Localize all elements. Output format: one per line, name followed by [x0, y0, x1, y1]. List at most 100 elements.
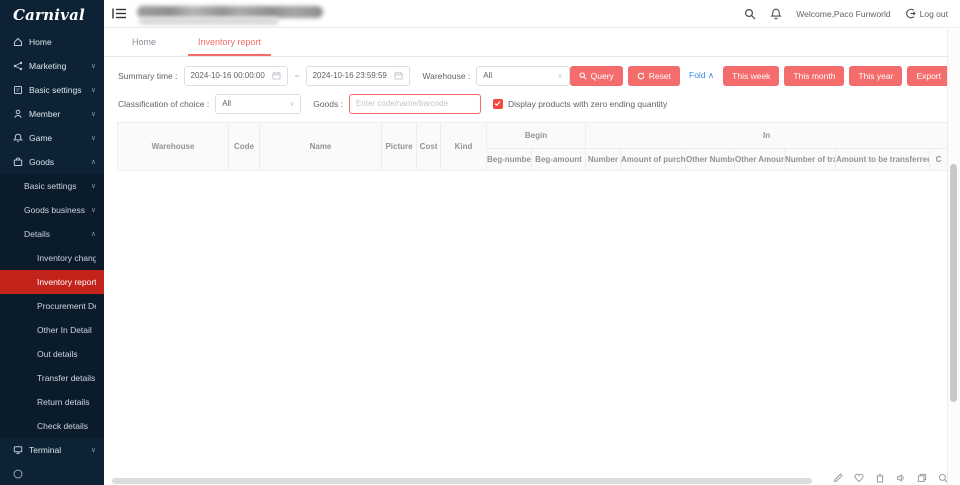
- col-amount-to-be-transferred: Amount to be transferred: [836, 149, 930, 171]
- refresh-icon: [637, 72, 645, 80]
- sidebar-item-inventory-report[interactable]: Inventory report: [0, 270, 104, 294]
- sidebar-item-member[interactable]: Member∨: [0, 102, 104, 126]
- sidebar-item-partial[interactable]: [0, 462, 104, 485]
- calendar-icon: [272, 71, 281, 80]
- col-amount-of-purchase: Amount of purchase: [621, 149, 686, 171]
- sidebar-item-label: Marketing: [29, 61, 87, 71]
- sidebar-item-label: Member: [29, 109, 87, 119]
- sidebar-item-terminal[interactable]: Terminal∨: [0, 438, 104, 462]
- search-icon[interactable]: [744, 8, 756, 20]
- classification-select[interactable]: All ∨: [215, 94, 301, 114]
- sidebar-item-label: Details: [24, 229, 87, 239]
- goods-label: Goods :: [313, 99, 343, 109]
- sidebar-item-label: Out details: [37, 349, 96, 359]
- chevron-down-icon: ∨: [91, 86, 96, 94]
- col-warehouse: Warehouse: [118, 123, 229, 171]
- warehouse-label: Warehouse :: [422, 71, 470, 81]
- sidebar-item-label: Other In Detail: [37, 325, 96, 335]
- sidebar-item-label: Basic settings: [29, 85, 87, 95]
- chevron-down-icon: ∨: [91, 182, 96, 190]
- chevron-down-icon: ∨: [558, 72, 563, 80]
- main-content: Welcome,Paco Funworld Log out Home Inven…: [104, 0, 960, 485]
- sidebar-item-transfer-details[interactable]: Transfer details: [0, 366, 104, 390]
- this-year-button[interactable]: This year: [849, 66, 902, 86]
- col-name: Name: [260, 123, 382, 171]
- date-to-input[interactable]: 2024-10-16 23:59:59: [306, 66, 411, 86]
- sidebar-item-label: Home: [29, 37, 96, 47]
- col-number-of-transfers: Number of transfers: [785, 149, 836, 171]
- export-button[interactable]: Export: [907, 66, 950, 86]
- download-icon: [13, 469, 23, 479]
- this-month-button[interactable]: This month: [784, 66, 844, 86]
- goods-input[interactable]: [356, 99, 474, 108]
- terminal-icon: [13, 445, 23, 455]
- col-partial: C: [930, 149, 947, 171]
- sidebar-item-label: Inventory change details: [37, 253, 96, 263]
- sidebar-item-goods-business[interactable]: Goods business∨: [0, 198, 104, 222]
- marketing-icon: [13, 61, 23, 71]
- chevron-up-icon: ∧: [91, 158, 96, 166]
- col-kind: Kind: [441, 123, 487, 171]
- sidebar-item-home[interactable]: Home: [0, 30, 104, 54]
- sidebar-item-label: Terminal: [29, 445, 87, 455]
- vertical-scrollbar-track: [947, 29, 960, 485]
- col-picture: Picture: [382, 123, 417, 171]
- sidebar-item-basic-settings[interactable]: Basic settings ∨: [0, 174, 104, 198]
- fold-toggle[interactable]: Fold ∧: [689, 70, 714, 81]
- horizontal-scrollbar-thumb[interactable]: [112, 478, 812, 484]
- reset-button[interactable]: Reset: [628, 66, 680, 86]
- sidebar-item-label: Basic settings: [24, 181, 87, 191]
- calendar-icon: [394, 71, 403, 80]
- date-from-input[interactable]: 2024-10-16 00:00:00: [184, 66, 289, 86]
- sidebar-item-details[interactable]: Details∧: [0, 222, 104, 246]
- zero-quantity-checkbox[interactable]: [493, 99, 503, 109]
- this-week-button[interactable]: This week: [723, 66, 779, 86]
- search-icon: [579, 72, 587, 80]
- tab-home[interactable]: Home: [128, 29, 160, 56]
- sidebar-item-out-details[interactable]: Out details: [0, 342, 104, 366]
- sidebar-item-label: Game: [29, 133, 87, 143]
- sidebar-item-goods[interactable]: Goods∧: [0, 150, 104, 174]
- heart-icon[interactable]: [854, 473, 864, 483]
- sidebar-item-check-details[interactable]: Check details: [0, 414, 104, 438]
- col-code: Code: [229, 123, 260, 171]
- chevron-down-icon: ∨: [289, 100, 294, 108]
- summary-time-label: Summary time :: [118, 71, 178, 81]
- zero-quantity-label: Display products with zero ending quanti…: [508, 99, 667, 109]
- collapse-menu-icon[interactable]: [112, 7, 127, 20]
- magnifier-icon[interactable]: [938, 473, 948, 483]
- classification-label: Classification of choice :: [118, 99, 209, 109]
- game-icon: [13, 133, 23, 143]
- tab-inventory-report[interactable]: Inventory report: [194, 29, 265, 56]
- sidebar-item-marketing[interactable]: Marketing∨: [0, 54, 104, 78]
- tab-bar: Home Inventory report: [104, 28, 960, 57]
- sidebar-item-procurement-detail-table[interactable]: Procurement Detail Table: [0, 294, 104, 318]
- sidebar-item-basic-settings[interactable]: Basic settings ∨: [0, 78, 104, 102]
- date-range-separator: ~: [294, 71, 299, 81]
- vertical-scrollbar-thumb[interactable]: [950, 164, 957, 402]
- warehouse-select[interactable]: All ∨: [476, 66, 569, 86]
- volume-icon[interactable]: [896, 473, 906, 483]
- sidebar-main-menu: HomeMarketing∨Basic settings∨Member∨Game…: [0, 30, 104, 174]
- trash-icon[interactable]: [875, 473, 885, 483]
- sidebar-item-game[interactable]: Game ∨: [0, 126, 104, 150]
- col-beg-number: Beg-number: [487, 149, 532, 171]
- goods-input-wrap: [349, 94, 481, 114]
- home-icon: [13, 37, 23, 47]
- logout-button[interactable]: Log out: [905, 8, 948, 19]
- bell-icon[interactable]: [770, 8, 782, 20]
- chevron-down-icon: ∨: [91, 134, 96, 142]
- sidebar-item-return-details[interactable]: Return details: [0, 390, 104, 414]
- brand-logo: Carnival: [0, 0, 104, 30]
- overlay-toolbar: [833, 473, 948, 483]
- sidebar-item-other-in-detail[interactable]: Other In Detail: [0, 318, 104, 342]
- col-other-number: Other Number: [686, 149, 735, 171]
- pen-icon[interactable]: [833, 473, 843, 483]
- query-button[interactable]: Query: [570, 66, 623, 86]
- copy-icon[interactable]: [917, 473, 927, 483]
- sidebar-item-inventory-change-details[interactable]: Inventory change details: [0, 246, 104, 270]
- chevron-down-icon: ∨: [91, 206, 96, 214]
- group-in: In: [586, 123, 947, 149]
- goods-submenu: Basic settings∨Goods business∨Details∧In…: [0, 174, 104, 438]
- goods-icon: [13, 157, 23, 167]
